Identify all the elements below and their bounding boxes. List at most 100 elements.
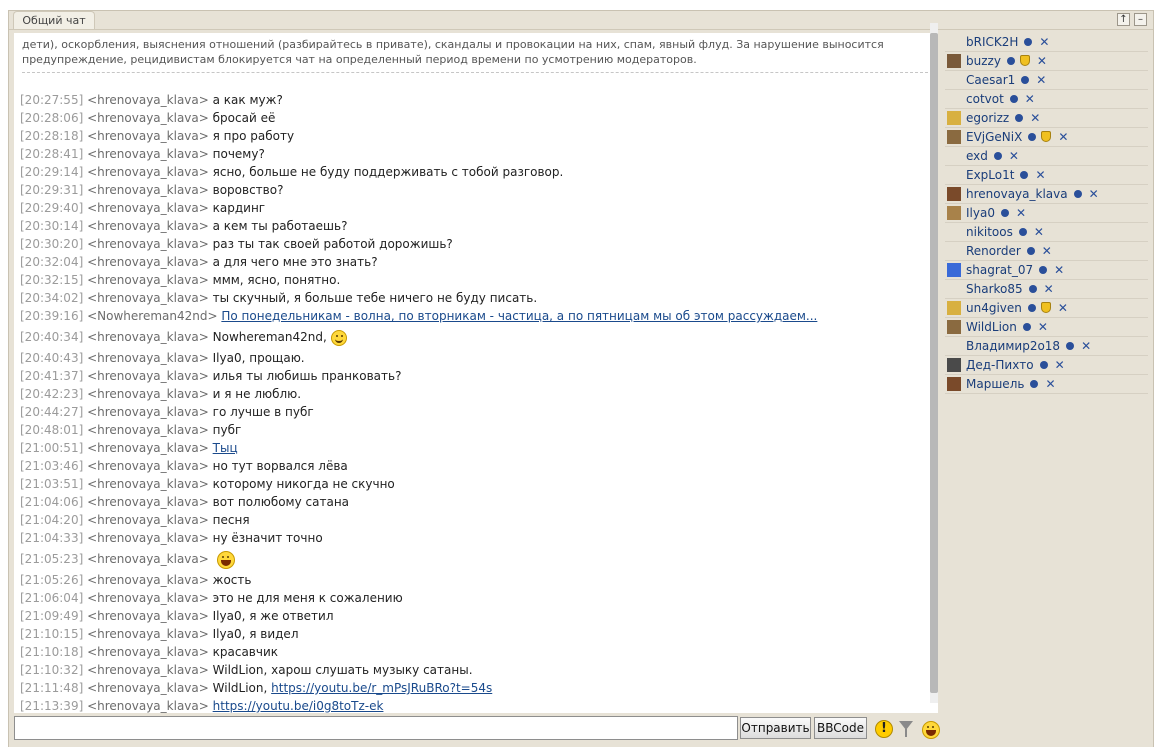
smiley-picker-button[interactable]	[922, 719, 940, 739]
ignore-user-icon[interactable]: ✕	[1089, 187, 1099, 201]
scroll-up-button[interactable]: ↑	[1117, 13, 1130, 26]
ignore-user-icon[interactable]: ✕	[1054, 263, 1064, 277]
user-name[interactable]: Владимир2o18 ✕	[966, 337, 1091, 356]
user-list-item[interactable]: WildLion ✕	[945, 318, 1148, 337]
user-name[interactable]: Дед-Пихто ✕	[966, 356, 1065, 375]
user-name-label[interactable]: nikitoos	[966, 225, 1013, 239]
info-icon[interactable]	[1073, 189, 1082, 198]
user-name[interactable]: buzzy ✕	[966, 52, 1047, 71]
user-name[interactable]: nikitoos ✕	[966, 223, 1044, 242]
info-icon[interactable]	[1022, 322, 1031, 331]
user-list-item[interactable]: cotvot ✕	[945, 90, 1148, 109]
info-icon[interactable]	[993, 151, 1002, 160]
message-scrollbar[interactable]	[930, 23, 938, 703]
user-name[interactable]: un4given ✕	[966, 299, 1068, 318]
ignore-user-icon[interactable]: ✕	[1037, 54, 1047, 68]
ignore-user-icon[interactable]: ✕	[1042, 244, 1052, 258]
user-name-label[interactable]: Caesar1	[966, 73, 1015, 87]
user-name-label[interactable]: Маршель	[966, 377, 1024, 391]
message-pane[interactable]: дети), оскорбления, выяснения отношений …	[14, 33, 938, 713]
ignore-user-icon[interactable]: ✕	[1055, 358, 1065, 372]
ignore-user-icon[interactable]: ✕	[1044, 282, 1054, 296]
info-icon[interactable]	[1039, 265, 1048, 274]
info-icon[interactable]	[1000, 208, 1009, 217]
user-name[interactable]: bRICK2H ✕	[966, 33, 1049, 52]
filter-icon[interactable]	[899, 721, 913, 737]
ignore-user-icon[interactable]: ✕	[1030, 111, 1040, 125]
ignore-user-icon[interactable]: ✕	[1045, 377, 1055, 391]
scrollbar-thumb[interactable]	[930, 33, 938, 693]
minimize-button[interactable]: –	[1134, 13, 1147, 26]
ignore-user-icon[interactable]: ✕	[1036, 73, 1046, 87]
user-name-label[interactable]: egorizz	[966, 111, 1009, 125]
user-name[interactable]: ExpLo1t ✕	[966, 166, 1046, 185]
info-icon[interactable]	[1039, 360, 1048, 369]
send-button[interactable]: Отправить	[740, 717, 811, 739]
ignore-user-icon[interactable]: ✕	[1058, 301, 1068, 315]
ignore-user-icon[interactable]: ✕	[1038, 320, 1048, 334]
user-name-label[interactable]: bRICK2H	[966, 35, 1018, 49]
user-name-label[interactable]: EVjGeNiX	[966, 130, 1022, 144]
user-name[interactable]: EVjGeNiX ✕	[966, 128, 1068, 147]
ignore-user-icon[interactable]: ✕	[1025, 92, 1035, 106]
message-link[interactable]: https://youtu.be/i0g8toTz-ek	[213, 699, 384, 713]
user-name-label[interactable]: WildLion	[966, 320, 1017, 334]
info-icon[interactable]	[1026, 246, 1035, 255]
user-name-label[interactable]: ExpLo1t	[966, 168, 1014, 182]
tab-general-chat[interactable]: Общий чат	[13, 11, 95, 29]
user-name-label[interactable]: un4given	[966, 301, 1022, 315]
user-name-label[interactable]: Дед-Пихто	[966, 358, 1034, 372]
user-name-label[interactable]: Renorder	[966, 244, 1021, 258]
info-icon[interactable]	[1020, 170, 1029, 179]
ignore-user-icon[interactable]: ✕	[1058, 130, 1068, 144]
info-icon[interactable]	[1018, 227, 1027, 236]
user-list-item[interactable]: buzzy ✕	[945, 52, 1148, 71]
user-name[interactable]: egorizz ✕	[966, 109, 1040, 128]
user-name-label[interactable]: Владимир2o18	[966, 339, 1060, 353]
user-list-item[interactable]: Sharko85 ✕	[945, 280, 1148, 299]
info-icon[interactable]	[1066, 341, 1075, 350]
ignore-user-icon[interactable]: ✕	[1016, 206, 1026, 220]
user-list-item[interactable]: Владимир2o18 ✕	[945, 337, 1148, 356]
info-icon[interactable]	[1028, 132, 1037, 141]
user-name[interactable]: WildLion ✕	[966, 318, 1048, 337]
user-list-item[interactable]: bRICK2H ✕	[945, 33, 1148, 52]
user-name[interactable]: hrenovaya_klava ✕	[966, 185, 1099, 204]
info-icon[interactable]	[1027, 303, 1036, 312]
info-icon[interactable]	[1006, 56, 1015, 65]
user-name[interactable]: Sharko85 ✕	[966, 280, 1054, 299]
user-list-item[interactable]: hrenovaya_klava ✕	[945, 185, 1148, 204]
info-icon[interactable]	[1030, 379, 1039, 388]
user-name[interactable]: Caesar1 ✕	[966, 71, 1046, 90]
user-list-item[interactable]: shagrat_07 ✕	[945, 261, 1148, 280]
info-icon[interactable]	[1028, 284, 1037, 293]
user-list-item[interactable]: egorizz ✕	[945, 109, 1148, 128]
warning-icon[interactable]: !	[875, 720, 893, 738]
info-icon[interactable]	[1009, 94, 1018, 103]
user-list-item[interactable]: nikitoos ✕	[945, 223, 1148, 242]
user-name-label[interactable]: Sharko85	[966, 282, 1023, 296]
info-icon[interactable]	[1021, 75, 1030, 84]
user-list-item[interactable]: Маршель ✕	[945, 375, 1148, 394]
user-name-label[interactable]: Ilya0	[966, 206, 995, 220]
user-name-label[interactable]: hrenovaya_klava	[966, 187, 1068, 201]
user-name[interactable]: Ilya0 ✕	[966, 204, 1026, 223]
info-icon[interactable]	[1015, 113, 1024, 122]
user-list-item[interactable]: un4given ✕	[945, 299, 1148, 318]
user-name[interactable]: Renorder ✕	[966, 242, 1052, 261]
user-list-item[interactable]: Ilya0 ✕	[945, 204, 1148, 223]
user-name[interactable]: shagrat_07 ✕	[966, 261, 1064, 280]
user-name-label[interactable]: cotvot	[966, 92, 1004, 106]
message-link[interactable]: https://youtu.be/r_mPsJRuBRo?t=54s	[271, 681, 492, 695]
user-name-label[interactable]: buzzy	[966, 54, 1001, 68]
user-name[interactable]: exd ✕	[966, 147, 1019, 166]
user-list-item[interactable]: Дед-Пихто ✕	[945, 356, 1148, 375]
message-input[interactable]	[14, 716, 738, 740]
user-list-item[interactable]: EVjGeNiX ✕	[945, 128, 1148, 147]
user-list-item[interactable]: Caesar1 ✕	[945, 71, 1148, 90]
ignore-user-icon[interactable]: ✕	[1039, 35, 1049, 49]
ignore-user-icon[interactable]: ✕	[1034, 225, 1044, 239]
message-link[interactable]: По понедельникам - волна, по вторникам -…	[221, 309, 817, 323]
user-name-label[interactable]: exd	[966, 149, 988, 163]
user-name-label[interactable]: shagrat_07	[966, 263, 1033, 277]
